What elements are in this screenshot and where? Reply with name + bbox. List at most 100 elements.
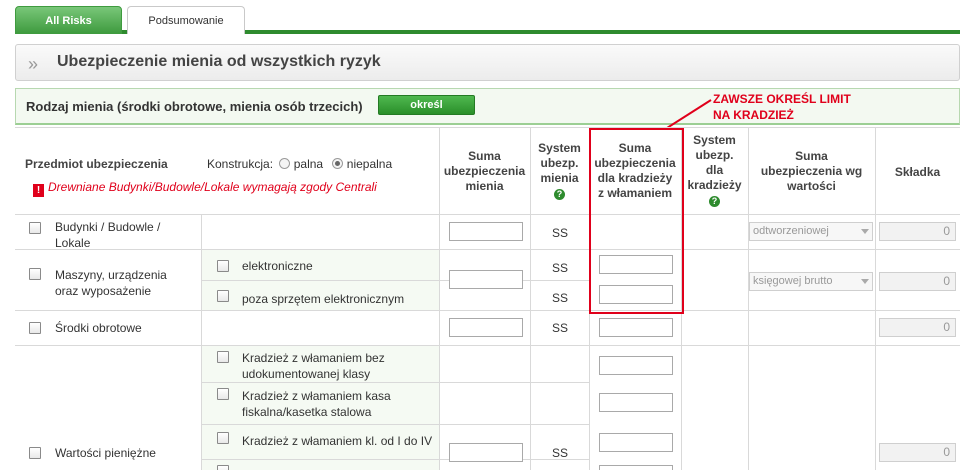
select-value: odtworzeniowej	[753, 225, 829, 237]
header-line: mienia	[540, 171, 579, 185]
cash-sub4-checkbox[interactable]	[217, 465, 229, 470]
help-icon[interactable]: ?	[554, 189, 565, 200]
label-line: Lokale	[55, 236, 91, 250]
radio-flammable-label: palna	[293, 157, 324, 171]
machines-checkbox[interactable]	[29, 268, 41, 280]
cash-sub3-theft-input[interactable]	[599, 433, 673, 452]
label-line: fiskalna/kasetka stalowa	[242, 405, 372, 419]
buildings-valuation-select[interactable]: odtworzeniowej	[749, 222, 873, 241]
row-divider	[201, 280, 590, 281]
tab-all-risks[interactable]: All Risks	[15, 6, 122, 34]
buildings-sum-input[interactable]	[449, 222, 523, 241]
machines-valuation-select[interactable]: księgowej brutto	[749, 272, 873, 291]
construction-group: Konstrukcja: palna niepalna	[207, 156, 392, 172]
header-line: ubezp.	[695, 148, 734, 162]
tab-summary[interactable]: Podsumowanie	[127, 6, 245, 34]
electronics-system: SS	[551, 261, 568, 275]
cash-premium: 0	[879, 443, 956, 462]
label-line: Budynki / Budowle /	[55, 220, 161, 234]
warning-text: Drewniane Budynki/Budowle/Lokale wymagaj…	[48, 180, 377, 194]
row-divider	[15, 127, 960, 128]
current-assets-system: SS	[551, 321, 568, 335]
chevron-right-icon: »	[28, 54, 39, 74]
cash-sub2-checkbox[interactable]	[217, 388, 229, 400]
chevron-down-icon	[861, 279, 869, 284]
current-assets-label: Środki obrotowe	[55, 321, 142, 335]
cash-sub2-label: Kradzież z włamaniem kasa fiskalna/kaset…	[242, 388, 391, 420]
select-value: księgowej brutto	[753, 275, 833, 287]
current-assets-checkbox[interactable]	[29, 322, 41, 334]
chevron-down-icon	[861, 229, 869, 234]
theft-limit-annotation: ZAWSZE OKREŚL LIMIT NA KRADZIEŻ	[713, 91, 851, 123]
section-title: Ubezpieczenie mienia od wszystkich ryzyk	[57, 53, 381, 70]
header-line: mienia	[465, 179, 504, 193]
current-assets-theft-input[interactable]	[599, 318, 673, 337]
tab-bar: All Risks Podsumowanie	[15, 0, 960, 34]
label-line: udokumentowanej klasy	[242, 367, 371, 381]
property-type-label: Rodzaj mienia (środki obrotowe, mienia o…	[26, 99, 363, 114]
wooden-buildings-warning: ! Drewniane Budynki/Budowle/Lokale wymaga…	[33, 180, 377, 197]
header-subject: Przedmiot ubezpieczenia	[25, 157, 168, 171]
section-header[interactable]: » Ubezpieczenie mienia od wszystkich ryz…	[15, 44, 960, 81]
header-line: ubezp.	[540, 156, 579, 170]
cash-sub3-label: Kradzież z włamaniem kl. od I do IV	[242, 434, 433, 448]
label-line: Kradzież z włamaniem kasa	[242, 389, 391, 403]
radio-nonflammable-label: niepalna	[346, 157, 393, 171]
header-line: ubezpieczenia wg	[760, 164, 863, 178]
machines-premium: 0	[879, 272, 956, 291]
construction-label: Konstrukcja:	[207, 157, 274, 171]
current-assets-sum-input[interactable]	[449, 318, 523, 337]
header-line: dla	[705, 163, 724, 177]
header-premium: Składka	[894, 165, 941, 179]
cash-checkbox[interactable]	[29, 447, 41, 459]
machines-sum-input[interactable]	[449, 270, 523, 289]
header-value-sum: Suma ubezpieczenia wg wartości	[748, 149, 875, 194]
header-theft-system: System ubezp. dla kradzieży ?	[681, 133, 748, 208]
cash-sub1-checkbox[interactable]	[217, 351, 229, 363]
non-electronics-system: SS	[551, 291, 568, 305]
row-divider	[15, 310, 960, 311]
non-electronics-label: poza sprzętem elektronicznym	[242, 292, 405, 306]
electronics-label: elektroniczne	[242, 259, 313, 273]
label-line: Maszyny, urządzenia	[55, 268, 167, 282]
row-divider	[201, 424, 590, 425]
header-line: Suma	[468, 149, 501, 163]
annotation-line: NA KRADZIEŻ	[713, 108, 794, 122]
theft-column-highlight	[589, 128, 684, 314]
electronics-checkbox[interactable]	[217, 260, 229, 272]
buildings-premium: 0	[879, 222, 956, 241]
header-line: System	[693, 133, 736, 147]
row-divider	[201, 459, 590, 460]
annotation-line: ZAWSZE OKREŚL LIMIT	[713, 92, 851, 106]
insurance-table: Przedmiot ubezpieczenia Konstrukcja: pal…	[15, 127, 960, 470]
cash-sub1-label: Kradzież z włamaniem bez udokumentowanej…	[242, 350, 385, 382]
label-line: Kradzież z włamaniem bez	[242, 351, 385, 365]
buildings-label: Budynki / Budowle / Lokale	[55, 219, 160, 251]
col-divider	[201, 215, 202, 470]
cash-sub3-checkbox[interactable]	[217, 432, 229, 444]
current-assets-premium: 0	[879, 318, 956, 337]
row-divider	[201, 382, 590, 383]
row-divider	[15, 345, 960, 346]
row-divider	[15, 214, 960, 215]
cash-label: Wartości pieniężne	[55, 446, 156, 460]
header-line: Suma	[795, 149, 828, 163]
cash-sub4-theft-input[interactable]	[599, 465, 673, 470]
non-electronics-checkbox[interactable]	[217, 290, 229, 302]
specify-button[interactable]: określ	[378, 95, 475, 115]
cash-sum-input[interactable]	[449, 443, 523, 462]
radio-flammable[interactable]	[279, 158, 291, 169]
cash-system: SS	[551, 446, 568, 460]
buildings-checkbox[interactable]	[29, 222, 41, 234]
header-system: System ubezp. mienia ?	[530, 141, 589, 201]
radio-nonflammable[interactable]	[332, 158, 344, 169]
header-line: ubezpieczenia	[443, 164, 526, 178]
machines-label: Maszyny, urządzenia oraz wyposażenie	[55, 267, 167, 299]
label-line: oraz wyposażenie	[55, 284, 152, 298]
header-line: wartości	[787, 179, 836, 193]
cash-sub1-theft-input[interactable]	[599, 356, 673, 375]
cash-sub2-theft-input[interactable]	[599, 393, 673, 412]
header-line: kradzieży	[687, 178, 742, 192]
help-icon[interactable]: ?	[709, 196, 720, 207]
header-sum-insured: Suma ubezpieczenia mienia	[439, 149, 530, 194]
